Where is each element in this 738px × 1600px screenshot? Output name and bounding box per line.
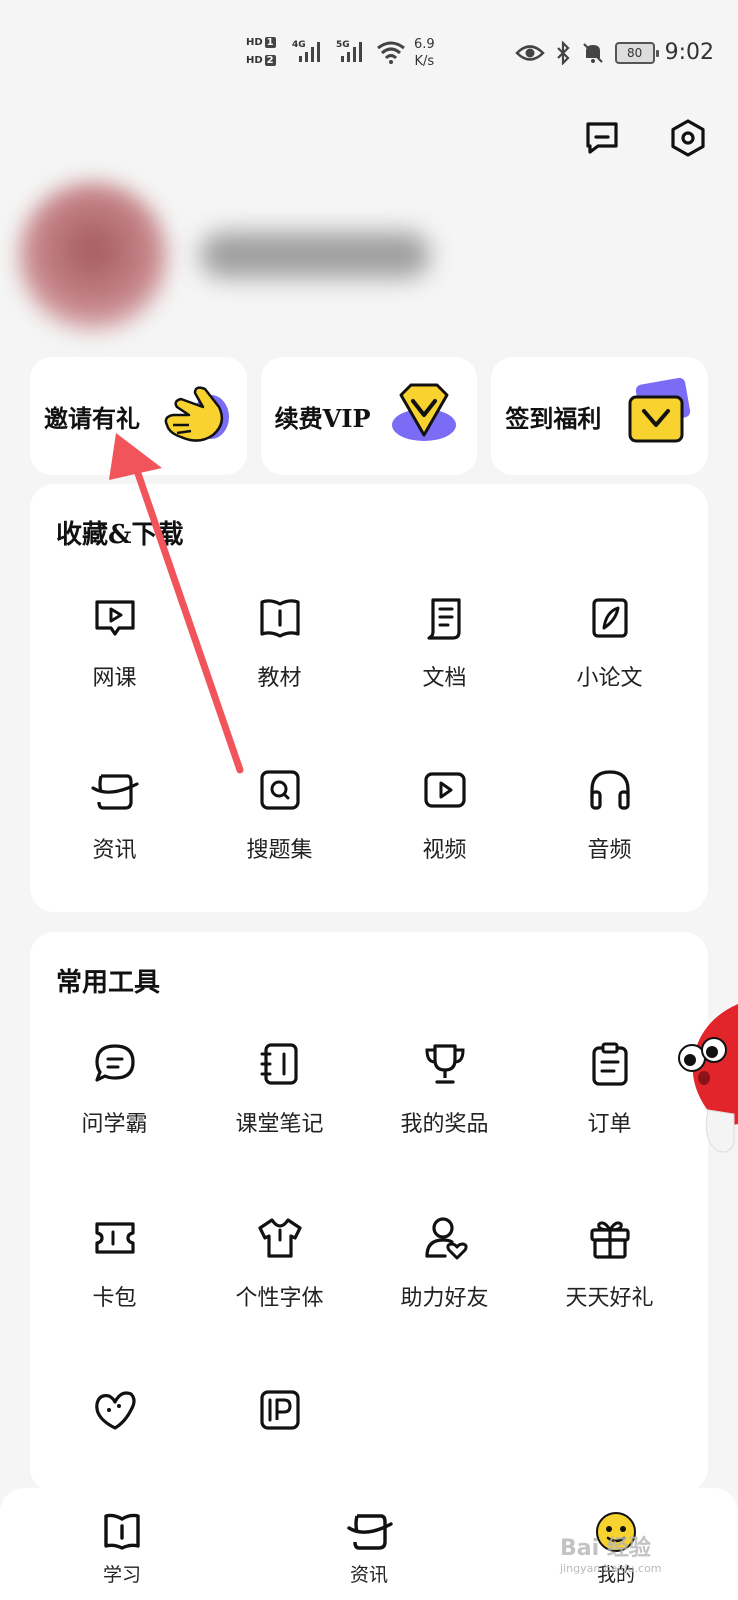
grid-item-help-friends[interactable]: 助力好友 <box>360 1214 529 1312</box>
grid-item-my-prizes[interactable]: 我的奖品 <box>360 1040 529 1138</box>
nav-tab-study[interactable]: 学习 <box>62 1510 182 1587</box>
grid-item-question-search[interactable]: 搜题集 <box>195 766 364 864</box>
favorites-downloads-panel: 收藏&下载 网课 教材 文档 小论文 资讯 搜题集 视频 音频 <box>30 484 708 912</box>
grid-item-card-wallet[interactable]: 卡包 <box>30 1214 199 1312</box>
news-tab-icon <box>347 1514 393 1550</box>
network-speed: 6.9 K/s <box>414 37 435 69</box>
mute-bell-icon <box>582 42 603 63</box>
grid-item-class-notes[interactable]: 课堂笔记 <box>195 1040 364 1138</box>
quick-action-label: 续费VIP <box>274 404 371 433</box>
quick-actions: 邀请有礼 续费VIP 签到福利 <box>30 357 709 475</box>
ticket-icon <box>94 1222 135 1254</box>
grid-item-video[interactable]: 视频 <box>360 766 529 864</box>
signal-icon <box>299 42 320 62</box>
grid-item-audio[interactable]: 音频 <box>525 766 694 864</box>
pen-paper-icon <box>591 598 628 638</box>
settings-icon[interactable] <box>668 118 708 158</box>
checkin-benefit-card[interactable]: 签到福利 <box>491 357 709 475</box>
status-bar: HD 1 HD 2 4G 5G 6.9 K/s 80 9:02 <box>0 0 738 100</box>
quick-action-label: 邀请有礼 <box>44 404 140 433</box>
video-icon <box>423 772 466 808</box>
clock: 9:02 <box>664 40 714 65</box>
grid-item-news[interactable]: 资讯 <box>30 766 199 864</box>
grid-item-document[interactable]: 文档 <box>360 594 529 692</box>
grid-item-custom-font[interactable]: 个性字体 <box>195 1214 364 1312</box>
hd-indicator: HD 1 HD 2 <box>246 37 276 66</box>
profile-header[interactable] <box>0 160 460 332</box>
book-icon <box>259 599 300 638</box>
video-course-icon <box>94 600 135 636</box>
common-tools-panel: 常用工具 问学霸 课堂笔记 我的奖品 订单 卡包 个性字体 助力好友 天天好礼 <box>30 932 708 1492</box>
tshirt-icon <box>257 1218 302 1258</box>
grid-item-heart[interactable] <box>30 1386 199 1452</box>
section-title: 常用工具 <box>56 968 161 998</box>
invite-gift-card[interactable]: 邀请有礼 <box>30 357 247 475</box>
parking-icon <box>259 1390 300 1430</box>
section-title: 收藏&下载 <box>56 520 184 550</box>
heart-face-icon <box>94 1391 136 1430</box>
message-icon[interactable] <box>582 118 622 158</box>
grid-item-daily-gift[interactable]: 天天好礼 <box>525 1214 694 1312</box>
checkin-gift-icon <box>628 377 691 443</box>
user-heart-icon <box>424 1217 468 1260</box>
grid-item-ask-expert[interactable]: 问学霸 <box>30 1040 199 1138</box>
vip-badge-icon <box>392 383 457 441</box>
avatar[interactable] <box>18 182 168 332</box>
headphones-icon <box>589 770 630 810</box>
search-question-icon <box>259 770 300 810</box>
nav-tab-news[interactable]: 资讯 <box>309 1510 429 1587</box>
signal-icon-2 <box>341 42 362 62</box>
book-tab-icon <box>104 1513 140 1550</box>
grid-item-short-paper[interactable]: 小论文 <box>525 594 694 692</box>
chat-bubble-icon <box>94 1044 135 1082</box>
mascot-icon[interactable] <box>656 998 738 1158</box>
notebook-icon <box>260 1043 298 1085</box>
trophy-icon <box>424 1044 465 1084</box>
grid-item-parking[interactable] <box>195 1386 364 1452</box>
nickname-blurred <box>200 232 430 278</box>
header-actions <box>582 118 708 158</box>
clipboard-icon <box>591 1042 628 1086</box>
eye-icon <box>514 44 545 61</box>
document-icon <box>426 598 461 640</box>
quick-action-label: 签到福利 <box>505 404 602 433</box>
news-icon <box>90 774 139 810</box>
bluetooth-icon <box>556 40 570 65</box>
watermark: Bai 经验 jingyan.baidu.com <box>560 1536 662 1575</box>
waving-hand-icon <box>164 386 229 442</box>
battery-indicator: 80 <box>614 41 659 64</box>
grid-item-textbook[interactable]: 教材 <box>195 594 364 692</box>
grid-item-online-course[interactable]: 网课 <box>30 594 199 692</box>
gift-icon <box>589 1221 630 1259</box>
wifi-icon <box>377 41 405 64</box>
renew-vip-card[interactable]: 续费VIP <box>260 357 478 475</box>
